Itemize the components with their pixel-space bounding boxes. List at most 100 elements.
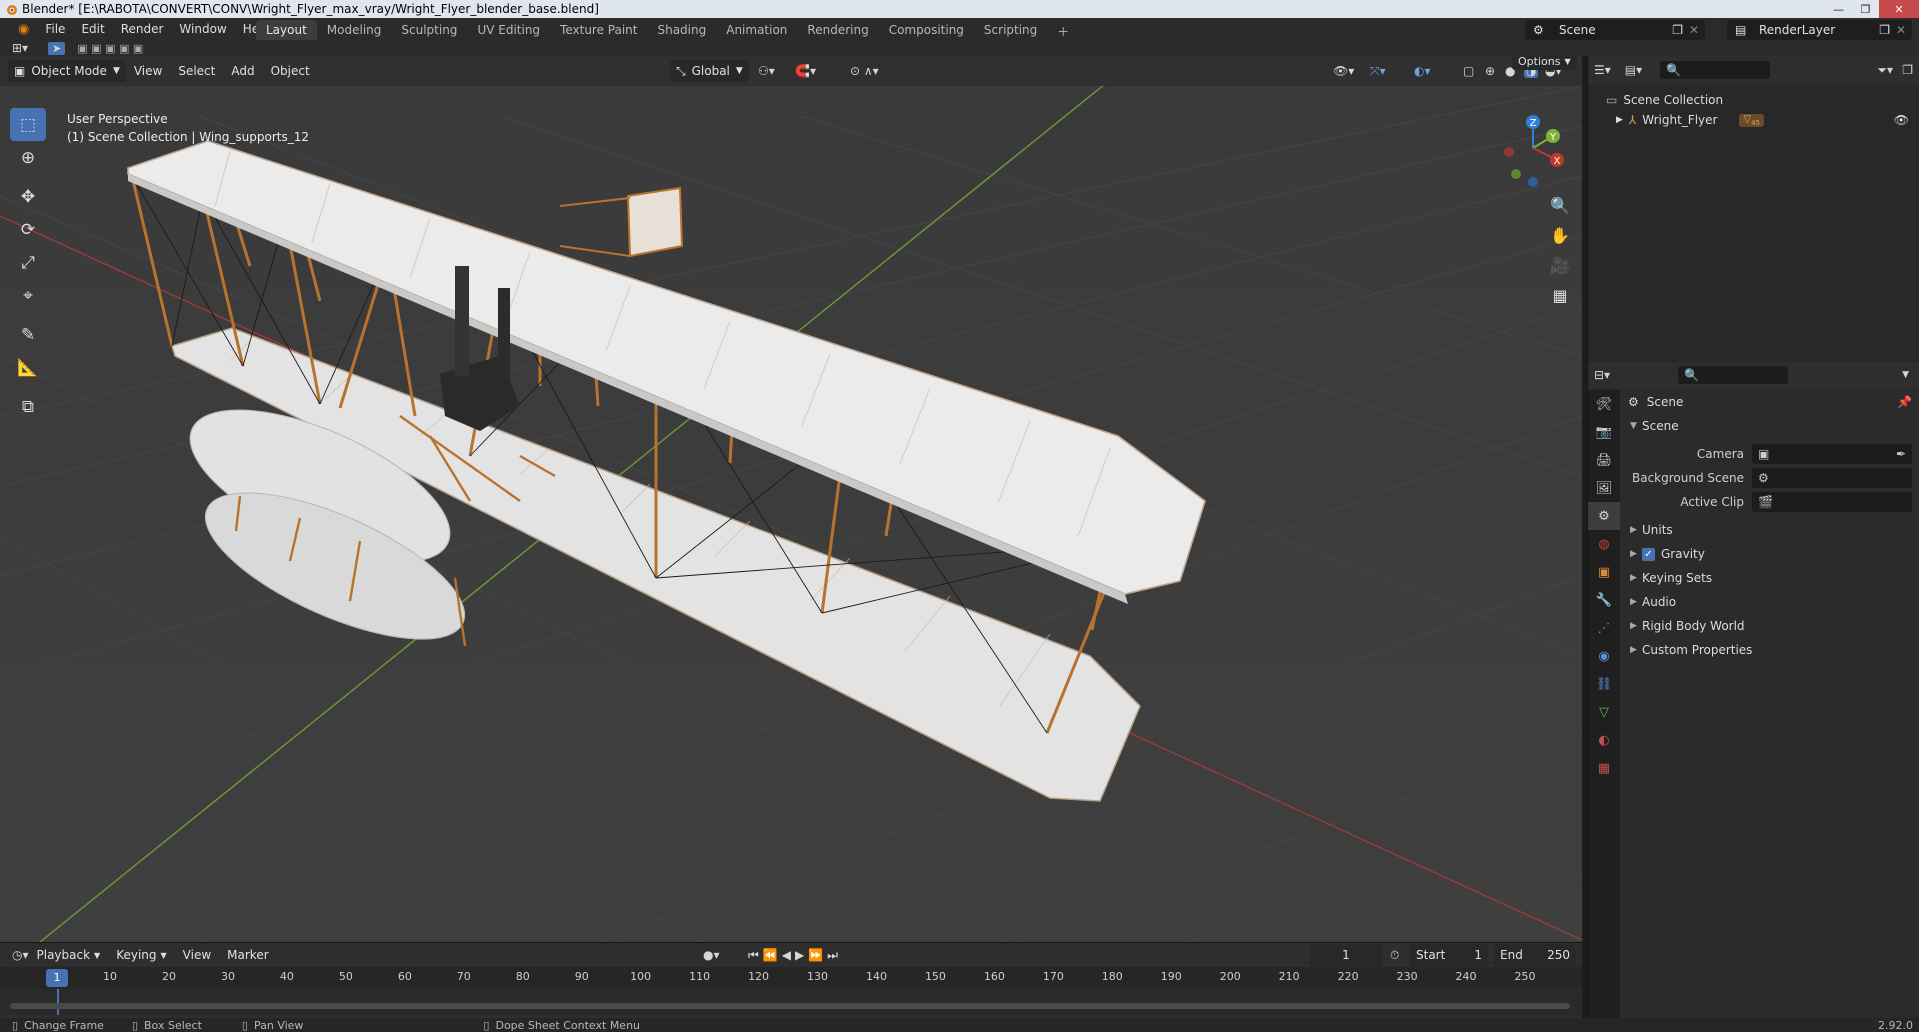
modifier-tab-icon[interactable]: 🔧 <box>1588 586 1620 614</box>
world-tab-icon[interactable]: ◍ <box>1588 530 1620 558</box>
custom-properties-panel[interactable]: ▶ Custom Properties <box>1622 638 1919 662</box>
tool-tab-icon[interactable]: 🛠 <box>1588 390 1620 418</box>
playback-controls[interactable]: ⏮⏪◀▶⏩⏭ <box>748 948 842 963</box>
eyedropper-icon[interactable]: ✒ <box>1896 447 1906 461</box>
keying-sets-panel[interactable]: ▶ Keying Sets <box>1622 566 1919 590</box>
add-cube-icon[interactable]: ⧉ <box>10 390 46 423</box>
delete-scene-icon[interactable]: ✕ <box>1689 23 1699 37</box>
background-scene-field[interactable]: ⚙ <box>1752 468 1912 488</box>
zoom-icon[interactable]: 🔍 <box>1546 190 1574 220</box>
timeline-menu-keying[interactable]: Keying ▼ <box>108 944 174 966</box>
viewport-menu-view[interactable]: View <box>126 60 170 82</box>
visibility-icon[interactable]: 👁▾ <box>1333 64 1354 78</box>
properties-search-input[interactable]: 🔍 <box>1678 366 1789 384</box>
tab-sculpting[interactable]: Sculpting <box>391 20 467 40</box>
timeline-track[interactable] <box>0 989 1582 1015</box>
tab-shading[interactable]: Shading <box>647 20 716 40</box>
physics-tab-icon[interactable]: ◉ <box>1588 642 1620 670</box>
tab-modeling[interactable]: Modeling <box>317 20 392 40</box>
tab-rendering[interactable]: Rendering <box>797 20 878 40</box>
display-mode-icon[interactable]: ▤▾ <box>1625 63 1642 77</box>
delete-layer-icon[interactable]: ✕ <box>1896 23 1906 37</box>
overlay-toggle-icon[interactable]: ◐▾ <box>1414 64 1431 78</box>
preview-range-icon[interactable]: ⏱ <box>1390 948 1399 963</box>
current-frame-field[interactable]: 1 <box>1310 944 1382 966</box>
eye-icon[interactable]: 👁 <box>1894 113 1909 127</box>
measure-icon[interactable]: 📐 <box>10 351 46 384</box>
end-frame-field[interactable]: End 250 <box>1494 944 1576 966</box>
timeline-editor-icon[interactable]: ◷▾ <box>12 948 29 962</box>
gravity-checkbox[interactable]: ✓ <box>1642 547 1655 561</box>
chevron-down-icon[interactable]: ▼ <box>1902 370 1909 380</box>
timeline-scrollbar[interactable] <box>10 1003 1570 1009</box>
new-layer-icon[interactable]: ❐ <box>1879 23 1890 37</box>
snap-icon[interactable]: 🧲▾ <box>795 64 816 78</box>
close-button[interactable]: ✕ <box>1879 0 1919 18</box>
camera-view-icon[interactable]: 🎥 <box>1546 250 1574 280</box>
tab-texture-paint[interactable]: Texture Paint <box>550 20 647 40</box>
camera-field[interactable]: ▣ ✒ <box>1752 444 1912 464</box>
scene-tab-icon[interactable]: ⚙ <box>1588 502 1620 530</box>
menu-render[interactable]: Render <box>113 22 172 36</box>
timeline-ruler[interactable]: 1 10 20 30 40 50 60 70 80 90 100 110 120 130 140 150 160… <box>0 967 1582 989</box>
shading-wireframe-icon[interactable]: ⊕ <box>1485 64 1495 78</box>
units-panel[interactable]: ▶ Units <box>1622 518 1919 542</box>
proportional-edit-icon[interactable]: ⊙ ∧▾ <box>850 64 879 78</box>
tab-layout[interactable]: Layout <box>256 20 317 40</box>
rotate-icon[interactable]: ⟳ <box>10 213 46 246</box>
render-tab-icon[interactable]: 📷 <box>1588 418 1620 446</box>
tab-uv-editing[interactable]: UV Editing <box>467 20 550 40</box>
scene-panel-header[interactable]: ▼ Scene <box>1622 414 1919 438</box>
maximize-button[interactable]: ❐ <box>1852 0 1879 18</box>
constraints-tab-icon[interactable]: ⛓ <box>1588 670 1620 698</box>
record-icon[interactable]: ●▾ <box>703 948 720 962</box>
outliner-item-wright-flyer[interactable]: ▶ ⅄ Wright_Flyer ▽45 👁 <box>1588 110 1919 130</box>
audio-panel[interactable]: ▶ Audio <box>1622 590 1919 614</box>
current-frame-marker[interactable]: 1 <box>46 969 68 987</box>
select-box-icon[interactable]: ⬚ <box>10 108 46 141</box>
blender-menu-icon[interactable]: ◉ <box>10 22 37 37</box>
move-icon[interactable]: ✥ <box>10 180 46 213</box>
timeline-menu-view[interactable]: View <box>175 944 219 966</box>
pivot-icon[interactable]: ⚇▾ <box>758 64 775 78</box>
timeline-menu-marker[interactable]: Marker <box>219 944 276 966</box>
scale-icon[interactable]: ⤢ <box>10 246 46 279</box>
select-mode-icons[interactable]: ▣ ▣ ▣ ▣ ▣ <box>77 42 143 55</box>
timeline-menu-playback[interactable]: Playback ▼ <box>29 944 109 966</box>
outliner-search-input[interactable]: 🔍 <box>1660 61 1771 79</box>
transform-icon[interactable]: ⌖ <box>10 279 46 312</box>
navigation-gizmo[interactable]: Z Y X <box>1495 110 1570 190</box>
tab-scripting[interactable]: Scripting <box>974 20 1047 40</box>
menu-file[interactable]: File <box>37 22 73 36</box>
texture-tab-icon[interactable]: ▦ <box>1588 754 1620 782</box>
data-tab-icon[interactable]: ▽ <box>1588 698 1620 726</box>
particles-tab-icon[interactable]: ⋰ <box>1588 614 1620 642</box>
perspective-grid-icon[interactable]: ▦ <box>1546 280 1574 310</box>
scene-selector[interactable]: ⚙ Scene ❐ ✕ <box>1525 20 1705 40</box>
viewport-menu-select[interactable]: Select <box>170 60 223 82</box>
pin-icon[interactable]: 📌 <box>1897 395 1912 409</box>
editor-type-icon[interactable]: ⊞▾ <box>12 41 28 55</box>
tab-animation[interactable]: Animation <box>716 20 797 40</box>
menu-edit[interactable]: Edit <box>73 22 112 36</box>
new-scene-icon[interactable]: ❐ <box>1672 23 1683 37</box>
expand-arrow-icon[interactable]: ▶ <box>1616 115 1623 125</box>
menu-window[interactable]: Window <box>171 22 234 36</box>
rigid-body-world-panel[interactable]: ▶ Rigid Body World <box>1622 614 1919 638</box>
object-mode-dropdown[interactable]: ▣ Object Mode ▼ <box>8 60 126 82</box>
annotate-icon[interactable]: ✎ <box>10 318 46 351</box>
options-dropdown[interactable]: Options ▼ <box>1512 56 1577 70</box>
output-tab-icon[interactable]: 🖨 <box>1588 446 1620 474</box>
xray-icon[interactable]: ▢ <box>1463 64 1474 78</box>
cursor-icon[interactable]: ⊕ <box>10 141 46 174</box>
scene-collection-row[interactable]: ▭ Scene Collection <box>1588 90 1919 110</box>
minimize-button[interactable]: — <box>1825 0 1852 18</box>
3d-viewport[interactable]: ▣ Object Mode ▼ View Select Add Object ⤡… <box>0 56 1582 942</box>
timeline-playhead[interactable] <box>57 989 59 1015</box>
viewport-menu-object[interactable]: Object <box>263 60 318 82</box>
active-clip-field[interactable]: 🎬 <box>1752 492 1912 512</box>
view-layer-tab-icon[interactable]: 🖼 <box>1588 474 1620 502</box>
pan-hand-icon[interactable]: ✋ <box>1546 220 1574 250</box>
select-tool-icon[interactable]: ➤ <box>48 41 66 55</box>
add-workspace-icon[interactable]: ＋ <box>1047 20 1079 40</box>
